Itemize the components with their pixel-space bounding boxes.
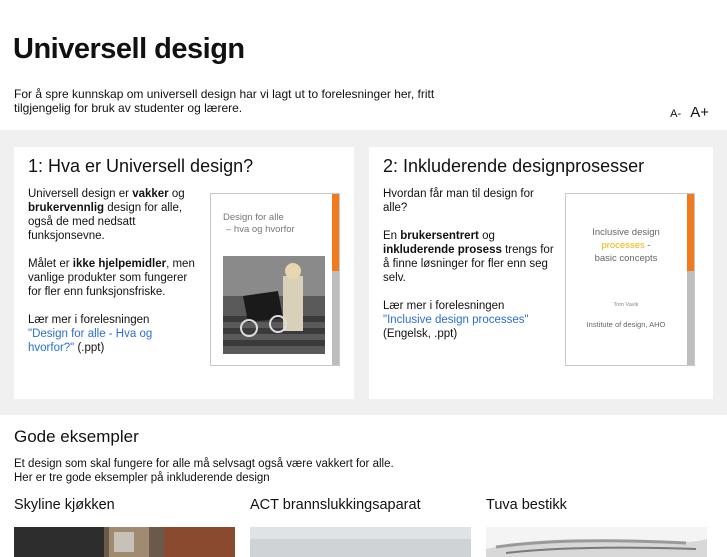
emphasis-inkluderende-prosess: inkluderende prosess [383, 244, 502, 256]
slide-title-highlight: processes [601, 240, 645, 251]
emphasis-ikke-hjelpemidler: ikke hjelpemidler [72, 258, 167, 270]
font-size-controls: A- A+ [670, 104, 709, 121]
lecture-2-p1: Hvordan får man til design for alle? [383, 188, 534, 214]
lecture-2-p2: En brukersentrert og inkluderende proses… [383, 229, 555, 285]
emphasis-brukervennlig: brukervennlig [28, 202, 105, 214]
lecture-1-slide-thumbnail[interactable]: Design for alle – hva og hvorfor [210, 193, 340, 366]
lecture-2-p3: Lær mer i forelesningen "Inclusive design… [383, 299, 555, 341]
emphasis-vakker: vakker [132, 188, 169, 200]
slide-title: Inclusive design processes - basic conce… [566, 226, 686, 265]
lecture-2-body: Hvordan får man til design for alle? En … [383, 187, 555, 355]
text: - [644, 240, 651, 251]
lecture-card-2: 2: Inkluderende designprosesser Hvordan … [369, 147, 713, 399]
font-increase-button[interactable]: A+ [690, 104, 709, 121]
stroller-stairs-photo [223, 256, 325, 354]
lecture-1-body: Universell design er vakker og brukerven… [28, 187, 198, 369]
page-title: Universell design [13, 33, 245, 65]
text: Universell design er [28, 188, 133, 200]
example-title: ACT brannslukkingsaparat [250, 497, 421, 513]
file-type: (Engelsk, .ppt) [383, 328, 458, 340]
slide-sidebar-accent [687, 194, 694, 271]
example-title: Tuva bestikk [486, 497, 567, 513]
example-image[interactable] [250, 527, 471, 557]
example-image[interactable] [486, 527, 707, 557]
slide-sidebar-accent [332, 194, 339, 271]
slide-author: Tom Vavik [613, 302, 639, 308]
text: og [478, 230, 495, 242]
examples-heading: Gode eksempler [14, 427, 139, 446]
text: og [168, 188, 185, 200]
lecture-2-heading: 2: Inkluderende designprosesser [383, 156, 645, 176]
font-decrease-button[interactable]: A- [670, 108, 681, 120]
lecture-card-1: 1: Hva er Universell design? Universell … [14, 147, 354, 399]
text: Lær mer i forelesningen [383, 300, 505, 312]
header: Universell design For å spre kunnskap om… [0, 0, 727, 130]
emphasis-brukersentrert: brukersentrert [400, 230, 479, 242]
slide-institution: Institute of design, AHO [586, 320, 666, 329]
lecture-1-heading: 1: Hva er Universell design? [28, 156, 254, 176]
example-act[interactable]: ACT brannslukkingsaparat [250, 497, 471, 557]
text: En [383, 230, 401, 242]
file-type: (.ppt) [74, 342, 105, 354]
slide-title-line: Inclusive design [592, 227, 660, 238]
example-skyline[interactable]: Skyline kjøkken [14, 497, 235, 557]
intro-text: For å spre kunnskap om universell design… [14, 87, 435, 115]
lecture-2-link[interactable]: "Inclusive design processes" [383, 314, 529, 326]
example-title: Skyline kjøkken [14, 497, 115, 513]
example-image[interactable] [14, 527, 235, 557]
slide-title: Design for alle – hva og hvorfor [223, 212, 295, 236]
lecture-1-p1: Universell design er vakker og brukerven… [28, 187, 198, 243]
slide-subtitle-line: basic concepts [594, 253, 658, 264]
examples-intro-line2: Her er tre gode eksempler på inkluderend… [14, 472, 270, 484]
text: Målet er [28, 258, 73, 270]
examples-intro: Et design som skal fungere for alle må s… [14, 457, 394, 485]
text: Lær mer i forelesningen [28, 314, 150, 326]
lecture-1-p3: Lær mer i forelesningen "Design for alle … [28, 313, 198, 355]
lecture-1-p2: Målet er ikke hjelpemidler, men vanlige … [28, 257, 198, 299]
slide-subtitle-line: – hva og hvorfor [226, 224, 295, 235]
lecture-2-slide-thumbnail[interactable]: Inclusive design processes - basic conce… [565, 193, 695, 366]
example-tuva[interactable]: Tuva bestikk [486, 497, 707, 557]
examples-intro-line1: Et design som skal fungere for alle må s… [14, 458, 394, 470]
slide-title-line: Design for alle [223, 212, 284, 223]
